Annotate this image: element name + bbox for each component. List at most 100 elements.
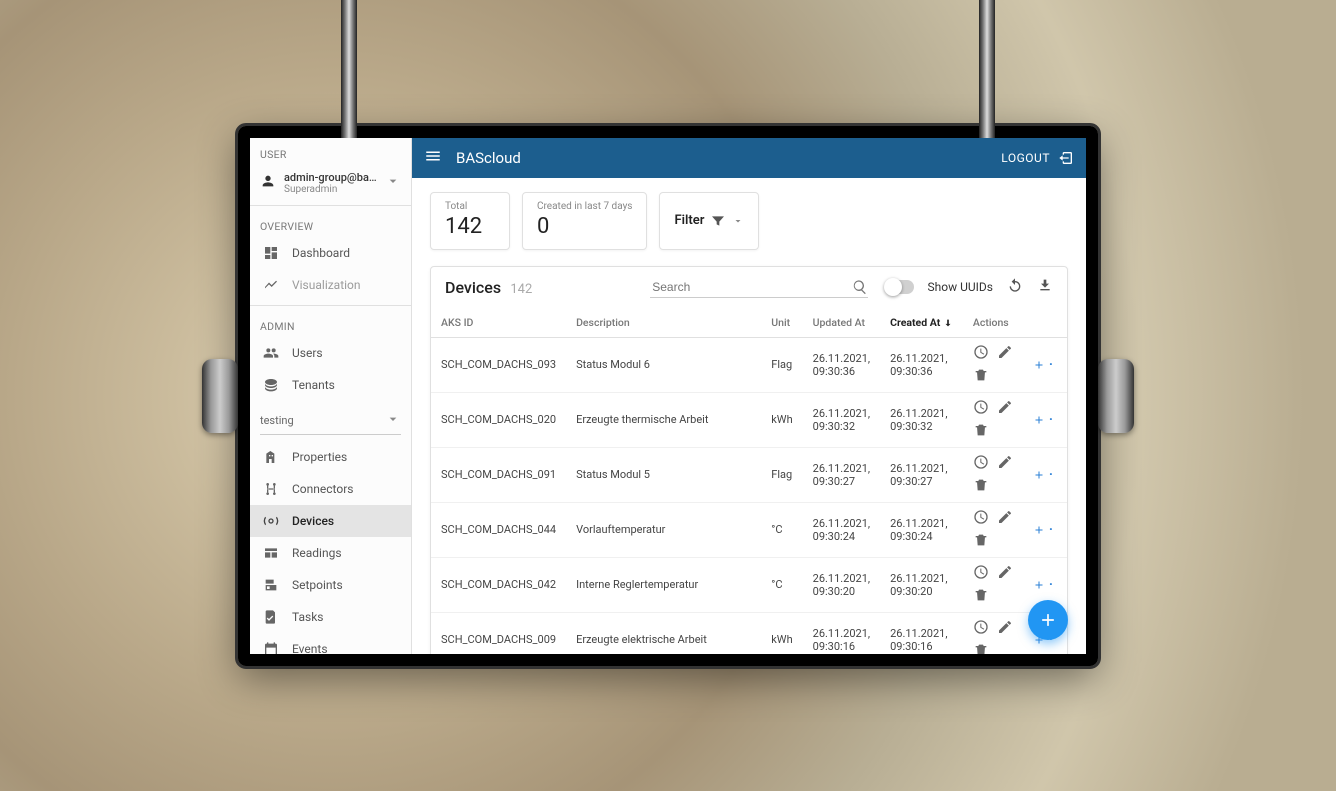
cell-updated: 26.11.2021,09:30:32 <box>803 392 880 447</box>
sidebar-item-visualization[interactable]: Visualization <box>250 269 411 301</box>
cell-created: 26.11.2021,09:30:27 <box>880 447 963 502</box>
table-row[interactable]: SCH_COM_DACHS_009Erzeugte elektrische Ar… <box>431 612 1067 654</box>
row-delete-button[interactable] <box>973 532 989 551</box>
card-count: 142 <box>510 282 532 297</box>
sidebar-item-readings[interactable]: Readings <box>250 537 411 569</box>
cell-actions <box>963 502 1023 557</box>
tasks-icon <box>262 609 280 625</box>
sidebar-item-label: Dashboard <box>292 246 350 260</box>
cell-unit: °C <box>761 502 802 557</box>
cell-desc: Vorlauftemperatur <box>566 502 761 557</box>
table-row[interactable]: SCH_COM_DACHS_093Status Modul 6Flag26.11… <box>431 337 1067 392</box>
row-add-menu[interactable]: · <box>1033 469 1057 481</box>
sidebar-item-tasks[interactable]: Tasks <box>250 601 411 633</box>
chevron-down-icon <box>385 173 401 192</box>
devices-card: Devices 142 Show UUIDs <box>430 266 1068 654</box>
row-history-button[interactable] <box>973 619 989 638</box>
row-delete-button[interactable] <box>973 422 989 441</box>
cell-created: 26.11.2021,09:30:16 <box>880 612 963 654</box>
cell-updated: 26.11.2021,09:30:24 <box>803 502 880 557</box>
sidebar-item-label: Users <box>292 346 323 360</box>
sidebar-item-devices[interactable]: Devices <box>250 505 411 537</box>
row-history-button[interactable] <box>973 509 989 528</box>
cell-aks: SCH_COM_DACHS_044 <box>431 502 566 557</box>
sidebar-item-setpoints[interactable]: Setpoints <box>250 569 411 601</box>
sidebar-item-label: Properties <box>292 450 347 464</box>
logout-button[interactable]: LOGOUT <box>1001 150 1074 166</box>
table-row[interactable]: SCH_COM_DACHS_091Status Modul 5Flag26.11… <box>431 447 1067 502</box>
stat-total: Total 142 <box>430 192 510 250</box>
row-history-button[interactable] <box>973 564 989 583</box>
search-input[interactable] <box>650 279 845 295</box>
col-desc[interactable]: Description <box>566 308 761 338</box>
row-history-button[interactable] <box>973 454 989 473</box>
cell-created: 26.11.2021,09:30:32 <box>880 392 963 447</box>
row-edit-button[interactable] <box>997 399 1013 418</box>
row-add-menu[interactable]: · <box>1033 359 1057 371</box>
row-add-menu[interactable]: · <box>1033 579 1057 591</box>
cell-aks: SCH_COM_DACHS_093 <box>431 337 566 392</box>
row-edit-button[interactable] <box>997 619 1013 638</box>
row-edit-button[interactable] <box>997 344 1013 363</box>
calendar-icon <box>262 641 280 657</box>
sidebar-item-label: Devices <box>292 514 334 528</box>
sidebar-item-users[interactable]: Users <box>250 337 411 369</box>
tenants-icon <box>262 377 280 393</box>
plus-icon <box>1038 610 1058 630</box>
sidebar-item-label: Visualization <box>292 278 361 292</box>
col-aks[interactable]: AKS ID <box>431 308 566 338</box>
show-uuids-toggle[interactable] <box>886 280 914 294</box>
row-edit-button[interactable] <box>997 454 1013 473</box>
table-row[interactable]: SCH_COM_DACHS_042Interne Reglertemperatu… <box>431 557 1067 612</box>
cell-unit: °C <box>761 557 802 612</box>
cell-created: 26.11.2021,09:30:24 <box>880 502 963 557</box>
users-icon <box>262 345 280 361</box>
sidebar-item-properties[interactable]: Properties <box>250 441 411 473</box>
add-device-fab[interactable] <box>1028 600 1068 640</box>
chevron-down-icon <box>732 215 744 227</box>
cell-actions <box>963 447 1023 502</box>
search-field[interactable] <box>650 277 867 298</box>
download-button[interactable] <box>1037 277 1053 297</box>
table-row[interactable]: SCH_COM_DACHS_044Vorlauftemperatur°C26.1… <box>431 502 1067 557</box>
tenant-select[interactable]: testing <box>260 407 401 435</box>
settings-button[interactable] <box>250 665 411 666</box>
row-history-button[interactable] <box>973 344 989 363</box>
refresh-button[interactable] <box>1007 277 1023 297</box>
row-history-button[interactable] <box>973 399 989 418</box>
row-delete-button[interactable] <box>973 367 989 386</box>
row-edit-button[interactable] <box>997 509 1013 528</box>
cell-actions <box>963 612 1023 654</box>
table-icon <box>262 545 280 561</box>
cell-unit: kWh <box>761 612 802 654</box>
cell-aks: SCH_COM_DACHS_009 <box>431 612 566 654</box>
sidebar-item-events[interactable]: Events <box>250 633 411 665</box>
col-unit[interactable]: Unit <box>761 308 802 338</box>
sidebar-item-dashboard[interactable]: Dashboard <box>250 237 411 269</box>
menu-button[interactable] <box>424 147 442 169</box>
sidebar-item-tenants[interactable]: Tenants <box>250 369 411 401</box>
table-row[interactable]: SCH_COM_DACHS_020Erzeugte thermische Arb… <box>431 392 1067 447</box>
col-actions: Actions <box>963 308 1023 338</box>
cell-updated: 26.11.2021,09:30:36 <box>803 337 880 392</box>
search-icon <box>852 279 868 295</box>
user-switcher[interactable]: admin-group@bas… Superadmin <box>250 165 411 201</box>
col-created[interactable]: Created At <box>880 308 963 338</box>
row-delete-button[interactable] <box>973 587 989 606</box>
row-add-menu[interactable]: · <box>1033 524 1057 536</box>
sidebar-section-admin: ADMIN <box>250 310 411 337</box>
sidebar-item-connectors[interactable]: Connectors <box>250 473 411 505</box>
row-delete-button[interactable] <box>973 477 989 496</box>
filter-button[interactable]: Filter <box>659 192 759 250</box>
col-updated[interactable]: Updated At <box>803 308 880 338</box>
row-edit-button[interactable] <box>997 564 1013 583</box>
sidebar-item-label: Setpoints <box>292 578 343 592</box>
stat-total-label: Total <box>445 201 495 212</box>
row-add-menu[interactable]: · <box>1033 414 1057 426</box>
connectors-icon <box>262 481 280 497</box>
show-uuids-label: Show UUIDs <box>928 280 993 294</box>
cell-aks: SCH_COM_DACHS_042 <box>431 557 566 612</box>
row-delete-button[interactable] <box>973 642 989 654</box>
sidebar: USER admin-group@bas… Superadmin OVERVIE… <box>250 138 412 654</box>
stat-recent: Created in last 7 days 0 <box>522 192 647 250</box>
